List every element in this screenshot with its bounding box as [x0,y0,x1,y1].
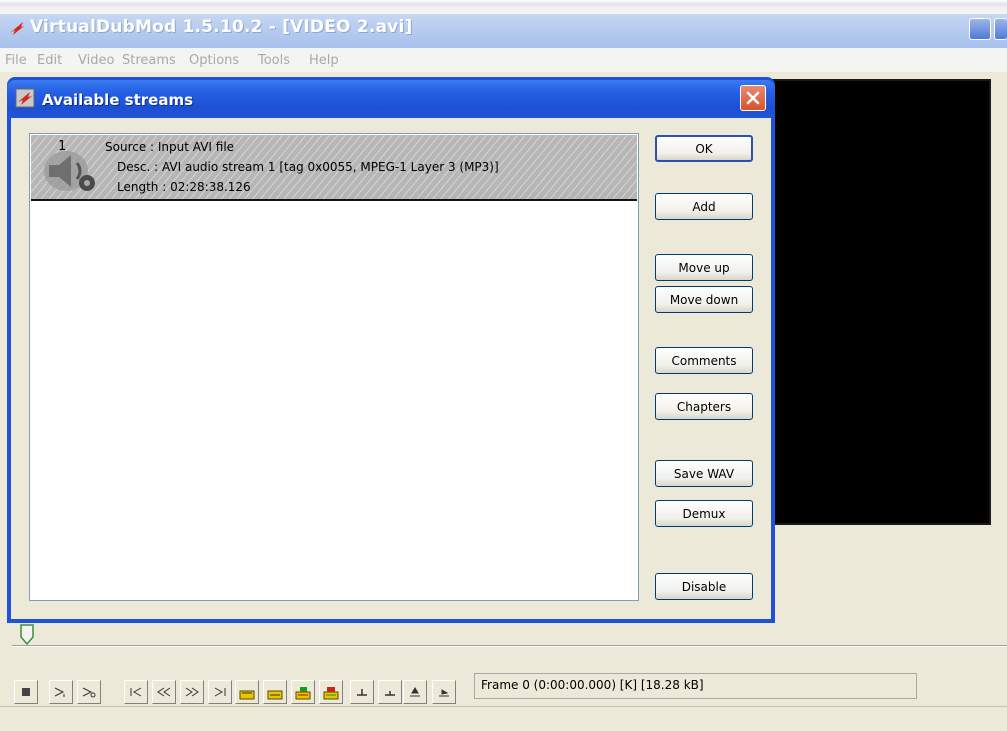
menu-options[interactable]: Options [189,53,239,68]
demux-button[interactable]: Demux [655,500,753,527]
go-end-button[interactable] [208,680,232,704]
timeline-divider [12,645,1007,647]
menu-tools[interactable]: Tools [258,53,290,68]
stream-source: Source : Input AVI file [105,140,235,154]
mark-out-button[interactable] [378,680,402,704]
chapters-button[interactable]: Chapters [655,393,753,420]
statusbar-divider [0,706,1007,707]
dialog-app-icon [15,88,35,108]
play-output-button[interactable] [77,680,101,704]
dialog-title: Available streams [42,91,194,109]
ok-button[interactable]: OK [655,135,753,162]
close-icon [746,91,760,105]
add-button[interactable]: Add [655,193,753,220]
go-end-icon [214,687,226,697]
play-input-icon [54,687,65,697]
close-button[interactable] [740,85,766,111]
play-input-button[interactable] [49,680,73,704]
mark-in-icon [357,689,367,696]
menu-help[interactable]: Help [309,53,339,68]
scene-next-icon [323,687,339,700]
stream-number: 1 [58,139,67,154]
stop-button[interactable] [14,680,38,704]
go-start-icon [130,687,142,697]
mark-in-button[interactable] [350,680,374,704]
stream-description: Desc. : AVI audio stream 1 [tag 0x0055, … [117,160,499,174]
save-wav-button[interactable]: Save WAV [655,460,753,487]
arrow-up-icon [410,687,420,697]
play-output-icon [82,687,96,698]
disable-button[interactable]: Disable [655,573,753,600]
minimize-button[interactable] [969,18,991,40]
next-keyframe-button[interactable] [263,680,287,704]
arrow-right-icon [439,689,449,697]
stream-list[interactable] [29,133,639,601]
prev-keyframe-button[interactable] [235,680,259,704]
rewind-icon [157,687,171,697]
app-title: VirtualDubMod 1.5.10.2 - [VIDEO 2.avi] [30,17,413,37]
comments-button[interactable]: Comments [655,347,753,374]
selection-end-button[interactable] [432,680,456,704]
move-up-button[interactable]: Move up [655,254,753,281]
maximize-button[interactable] [994,18,1007,40]
stream-length: Length : 02:28:38.126 [117,180,251,194]
scene-prev-icon [295,687,311,700]
step-back-button[interactable] [152,680,176,704]
go-start-button[interactable] [124,680,148,704]
next-scene-button[interactable] [319,680,343,704]
key-prev-icon [239,690,255,700]
timeline-slider-thumb[interactable] [18,624,36,646]
mark-out-icon [385,691,395,696]
menu-streams[interactable]: Streams [122,53,176,68]
step-forward-button[interactable] [180,680,204,704]
prev-scene-button[interactable] [291,680,315,704]
app-icon [10,22,24,35]
menu-edit[interactable]: Edit [37,53,62,68]
move-down-button[interactable]: Move down [655,286,753,313]
output-preview-pane [769,79,991,525]
menu-video[interactable]: Video [78,53,114,68]
fast-forward-icon [185,687,199,697]
menu-file[interactable]: File [5,53,27,68]
frame-status: Frame 0 (0:00:00.000) [K] [18.28 kB] [474,673,917,699]
stop-icon [22,688,30,696]
selection-start-button[interactable] [403,680,427,704]
key-next-icon [267,690,283,700]
timeline-track[interactable] [12,626,1007,658]
